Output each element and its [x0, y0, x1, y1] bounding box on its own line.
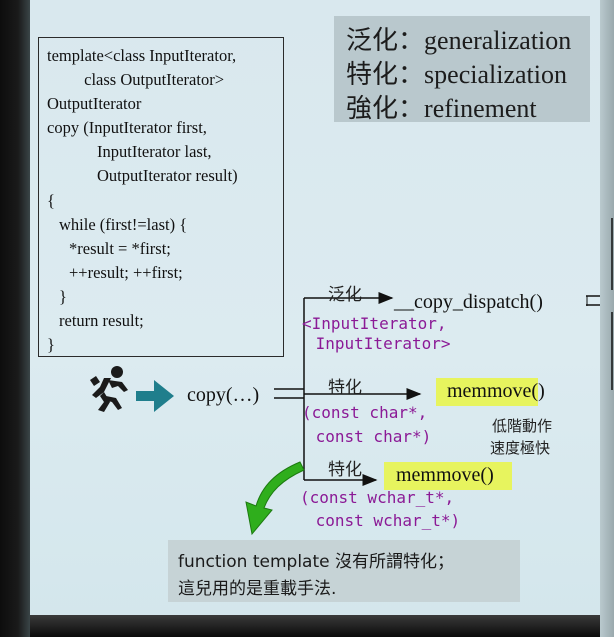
memmove-2-label: memmove() [396, 464, 494, 486]
memmove-note: 低階動作 [492, 417, 553, 435]
dispatch-template-args: InputIterator> [306, 334, 451, 353]
bottom-frame [30, 615, 600, 637]
overloading-note-box: function template 沒有所謂特化； 這兒用的是重載手法. [168, 540, 520, 602]
dispatch-template-args: <InputIterator, [302, 314, 447, 333]
memmove-note: 速度極快 [490, 439, 551, 457]
memmove-2-args: (const wchar_t*, [300, 488, 455, 507]
note-line-2: 這兒用的是重載手法. [178, 579, 337, 599]
branch-specialization-label: 特化 [328, 460, 362, 480]
memmove-1-label: memmove() [447, 380, 545, 402]
memmove-1-args: const char*) [306, 427, 432, 446]
green-curved-arrow-icon [245, 461, 305, 536]
copy-call-label: copy(…) [187, 384, 260, 406]
branch-specialization-label: 特化 [328, 378, 362, 398]
teal-right-arrow-icon [136, 380, 174, 412]
note-line-1: function template 沒有所謂特化； [178, 552, 454, 572]
memmove-2-args: const wchar_t*) [306, 511, 461, 530]
memmove-1-args: (const char*, [302, 403, 428, 422]
running-person-icon [90, 366, 128, 412]
copy-dispatch-label: __copy_dispatch() [394, 291, 543, 313]
branch-generalization-label: 泛化 [328, 285, 362, 305]
